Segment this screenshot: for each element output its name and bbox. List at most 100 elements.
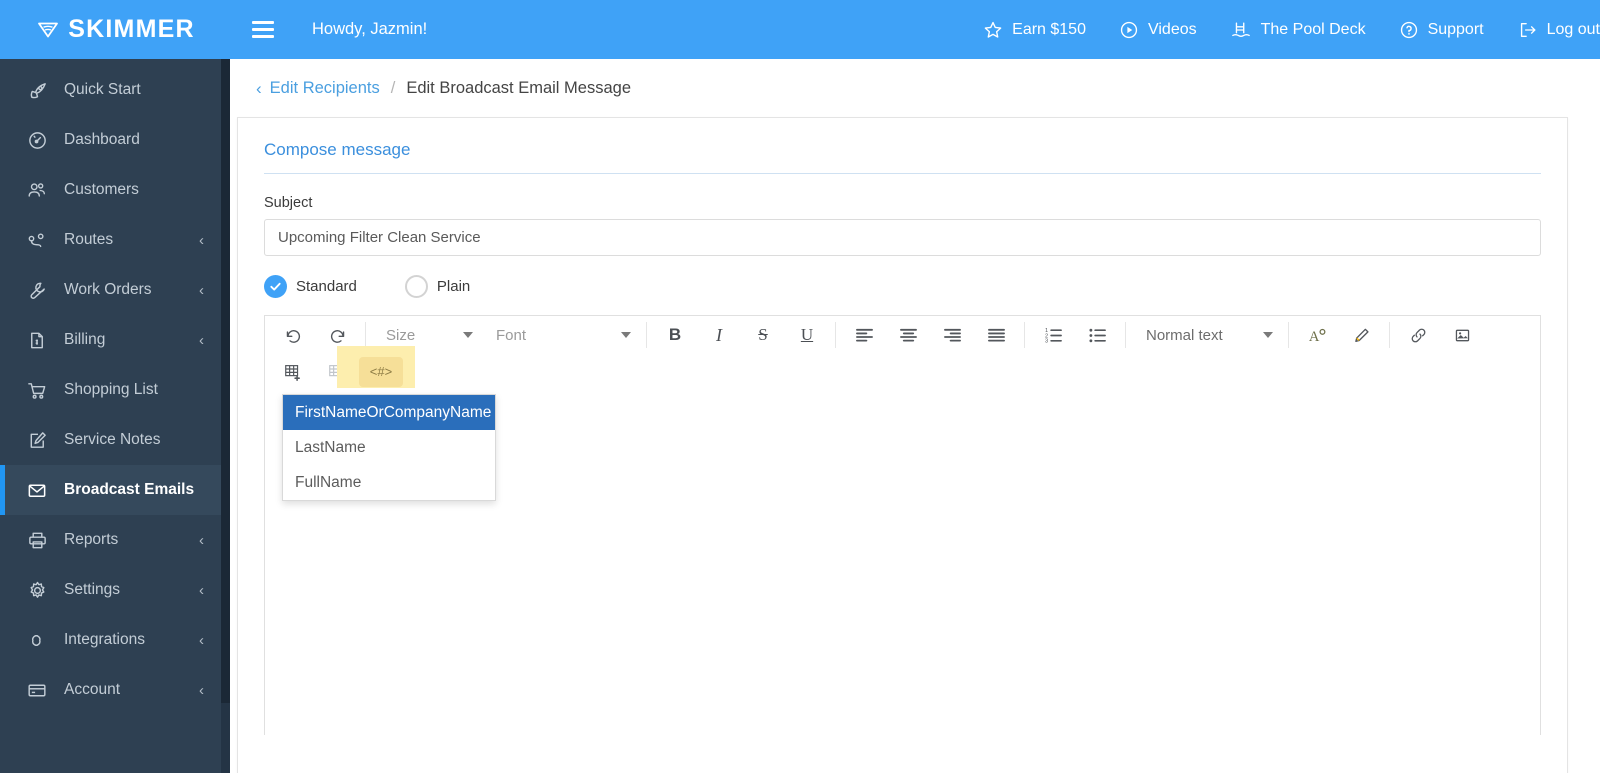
earn-referral-button[interactable]: Earn $150 [983,20,1086,40]
strikethrough-label: S [758,325,768,344]
format-radio-group: Standard Plain [264,275,1541,298]
sidebar-item-customers[interactable]: Customers [0,165,230,215]
sidebar-item-reports[interactable]: Reports ‹ [0,515,230,565]
merge-field-button[interactable]: <#> [359,356,403,387]
chevron-left-icon[interactable]: ‹ [199,683,204,698]
paragraph-style-value: Normal text [1146,326,1223,344]
breadcrumb-back-icon[interactable]: ‹ [256,80,262,97]
topbar-action-label: The Pool Deck [1260,20,1366,38]
videos-button[interactable]: Videos [1119,20,1197,40]
radio-option-standard[interactable]: Standard [264,275,357,298]
sidebar-item-account[interactable]: Account ‹ [0,665,230,715]
align-right-button[interactable] [930,318,974,352]
play-circle-icon [1119,20,1139,40]
app-root: SKIMMER Quick Start Dashboard Customers [0,0,1600,773]
merge-field-option-firstnameorcompanyname[interactable]: FirstNameOrCompanyName [283,395,495,430]
italic-button[interactable]: I [697,318,741,352]
sidebar-item-label: Account [64,681,121,698]
chevron-down-icon [1263,332,1273,338]
subject-label: Subject [264,195,313,211]
sidebar-item-label: Reports [64,531,119,548]
chevron-left-icon[interactable]: ‹ [199,633,204,648]
editor-toolbar-row-2: <#> [265,345,1540,389]
sidebar-item-label: Dashboard [64,131,140,148]
sidebar-item-broadcast-emails[interactable]: Broadcast Emails [0,465,230,515]
undo-button[interactable] [271,318,315,352]
sidebar-item-label: Broadcast Emails [64,481,195,498]
chevron-left-icon[interactable]: ‹ [199,533,204,548]
sidebar-item-routes[interactable]: Routes ‹ [0,215,230,265]
merge-field-button-wrap: <#> [337,345,415,388]
topbar-action-label: Earn $150 [1012,20,1086,38]
rich-text-editor: Size Font B I S U 1 2 3 Normal text A <#… [264,315,1541,735]
underline-label: U [800,325,814,344]
toolbar-separator [1288,322,1289,348]
toolbar-separator [646,322,647,348]
sidebar-item-integrations[interactable]: Integrations ‹ [0,615,230,665]
topbar-action-label: Log out [1546,20,1600,38]
sidebar-item-label: Customers [64,181,139,198]
align-left-button[interactable] [842,318,886,352]
topbar-action-label: Support [1427,20,1484,38]
align-justify-button[interactable] [974,318,1018,352]
sidebar-item-shopping-list[interactable]: Shopping List [0,365,230,415]
sidebar-scrollbar[interactable] [221,59,230,773]
merge-field-option-fullname[interactable]: FullName [283,465,495,500]
chevron-left-icon[interactable]: ‹ [199,583,204,598]
chevron-left-icon[interactable]: ‹ [199,333,204,348]
envelope-icon [24,479,50,501]
support-button[interactable]: Support [1399,20,1484,40]
pool-deck-button[interactable]: The Pool Deck [1230,20,1366,40]
insert-image-button[interactable] [1440,318,1484,352]
rocket-icon [24,79,50,101]
sidebar-item-work-orders[interactable]: Work Orders ‹ [0,265,230,315]
font-select[interactable]: Font [482,318,640,352]
bold-button[interactable]: B [653,318,697,352]
sidebar-item-service-notes[interactable]: Service Notes [0,415,230,465]
cart-icon [24,379,50,401]
breadcrumb-parent-link[interactable]: Edit Recipients [270,79,380,98]
sidebar-item-quick-start[interactable]: Quick Start [0,65,230,115]
topbar-action-label: Videos [1147,20,1197,38]
sidebar: SKIMMER Quick Start Dashboard Customers [0,0,230,773]
paragraph-style-select[interactable]: Normal text [1132,318,1282,352]
ordered-list-button[interactable]: 123 [1031,318,1075,352]
merge-field-option-label: LastName [295,438,366,456]
insert-link-button[interactable] [1396,318,1440,352]
subject-input[interactable] [264,219,1541,256]
sidebar-item-billing[interactable]: Billing ‹ [0,315,230,365]
logout-button[interactable]: Log out [1517,20,1600,40]
radio-label: Standard [296,278,357,295]
merge-field-dropdown: FirstNameOrCompanyName LastName FullName [282,394,496,501]
hamburger-icon[interactable] [252,21,274,38]
sidebar-item-label: Service Notes [64,431,161,448]
gauge-icon [24,129,50,151]
sidebar-item-dashboard[interactable]: Dashboard [0,115,230,165]
highlighter-button[interactable] [1339,318,1383,352]
align-center-button[interactable] [886,318,930,352]
underline-button[interactable]: U [785,318,829,352]
route-pin-icon [24,229,50,251]
text-color-button[interactable]: A [1295,318,1339,352]
size-select-value: Size [386,326,416,344]
toolbar-separator [1125,322,1126,348]
skimmer-net-icon [35,17,61,43]
merge-field-option-label: FirstNameOrCompanyName [295,403,492,421]
sidebar-scrollbar-thumb[interactable] [221,59,230,703]
compose-card: Compose message Subject Standard Plain [237,117,1568,773]
sidebar-item-label: Work Orders [64,281,152,298]
link-chain-icon [24,629,50,651]
radio-option-plain[interactable]: Plain [404,275,470,298]
insert-table-button[interactable] [271,355,315,389]
strikethrough-button[interactable]: S [741,318,785,352]
merge-field-option-lastname[interactable]: LastName [283,430,495,465]
pool-icon [1230,20,1252,40]
chevron-left-icon[interactable]: ‹ [199,233,204,248]
chevron-left-icon[interactable]: ‹ [199,283,204,298]
sidebar-item-label: Integrations [64,631,145,648]
wrench-icon [24,279,50,301]
brand-logo-area[interactable]: SKIMMER [0,0,230,59]
topbar-actions: Earn $150 Videos The Pool Deck Support L… [983,20,1600,40]
bullet-list-button[interactable] [1075,318,1119,352]
sidebar-item-settings[interactable]: Settings ‹ [0,565,230,615]
